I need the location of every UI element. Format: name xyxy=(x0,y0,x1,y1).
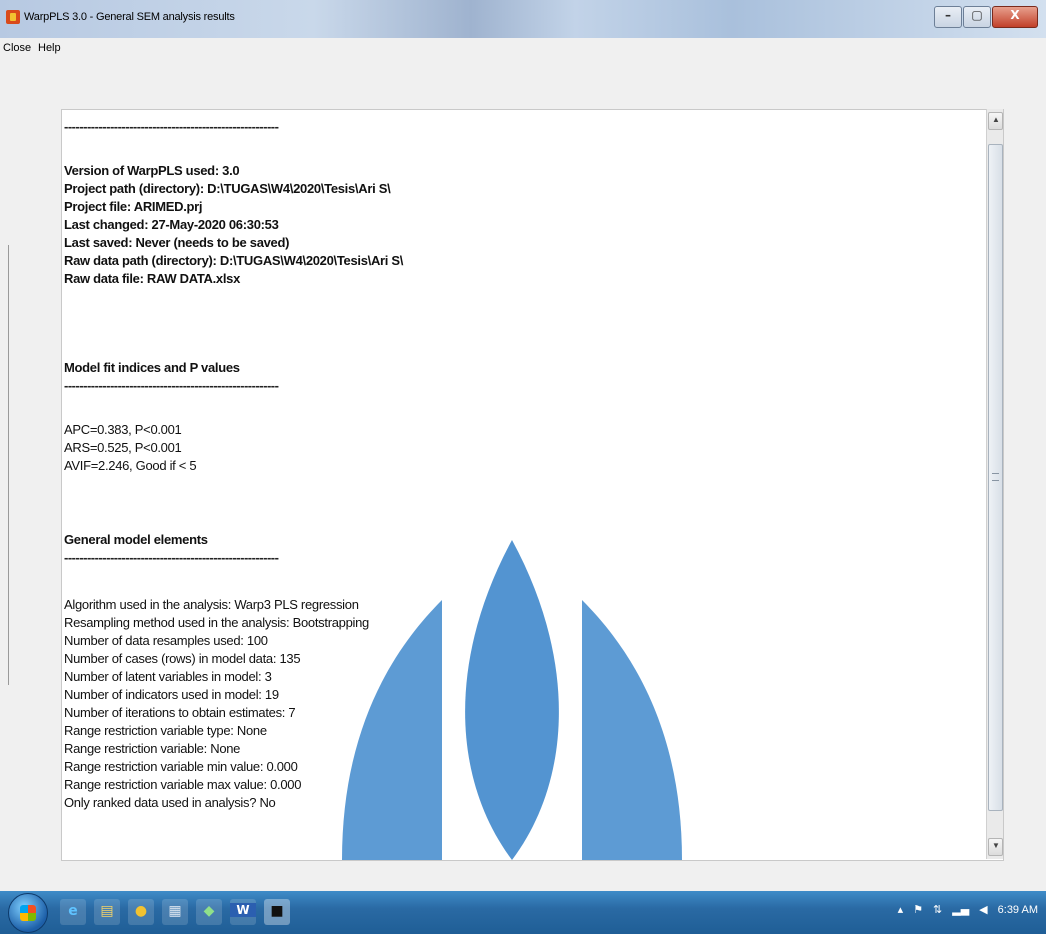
word-icon[interactable]: W xyxy=(230,899,256,925)
divider-line: ----------------------------------------… xyxy=(64,378,279,393)
warppls-icon[interactable]: ■ xyxy=(264,899,290,925)
paint-icon[interactable]: ◆ xyxy=(196,899,222,925)
element-line: Range restriction variable max value: 0.… xyxy=(64,777,302,792)
project-line: Raw data path (directory): D:\TUGAS\W4\2… xyxy=(64,253,404,268)
maximize-button[interactable]: ▢ xyxy=(963,6,991,28)
volume-icon[interactable]: ◀ xyxy=(979,903,987,916)
fit-index-line: ARS=0.525, P<0.001 xyxy=(64,440,182,455)
network-icon[interactable]: ⇅ xyxy=(933,903,942,916)
element-line: Resampling method used in the analysis: … xyxy=(64,615,369,630)
section-heading-model-elements: General model elements xyxy=(64,532,208,547)
divider-line: ----------------------------------------… xyxy=(64,550,279,565)
element-line: Range restriction variable type: None xyxy=(64,723,267,738)
scroll-up-button[interactable]: ▲ xyxy=(988,112,1003,130)
minimize-button[interactable]: – xyxy=(934,6,962,28)
project-line: Project path (directory): D:\TUGAS\W4\20… xyxy=(64,181,391,196)
app-window: WarpPLS 3.0 - General SEM analysis resul… xyxy=(0,0,1046,934)
close-icon: X xyxy=(1010,8,1020,22)
project-line: Raw data file: RAW DATA.xlsx xyxy=(64,271,241,286)
window-controls: – ▢ X xyxy=(933,6,1038,28)
grip-icon xyxy=(992,473,999,481)
element-line: Number of indicators used in model: 19 xyxy=(64,687,279,702)
watermark-logo-icon xyxy=(342,540,682,860)
project-line: Version of WarpPLS used: 3.0 xyxy=(64,163,240,178)
show-hidden-icons-icon[interactable]: ▴ xyxy=(898,903,904,916)
menu-close[interactable]: Close xyxy=(3,42,31,54)
project-line: Last saved: Never (needs to be saved) xyxy=(64,235,290,250)
section-heading-model-fit: Model fit indices and P values xyxy=(64,360,240,375)
divider-line: ----------------------------------------… xyxy=(64,119,279,134)
element-line: Range restriction variable min value: 0.… xyxy=(64,759,298,774)
maximize-icon: ▢ xyxy=(971,8,983,22)
element-line: Range restriction variable: None xyxy=(64,741,241,756)
calculator-icon[interactable]: ▦ xyxy=(162,899,188,925)
scroll-down-button[interactable]: ▼ xyxy=(988,838,1003,856)
flag-icon[interactable]: ⚑ xyxy=(913,903,923,916)
system-tray: ▴ ⚑ ⇅ ▂▄ ◀ 6:39 AM xyxy=(898,903,1038,916)
arrow-up-icon: ▲ xyxy=(992,115,1000,124)
results-content: ----------------------------------------… xyxy=(62,110,987,860)
signal-icon[interactable]: ▂▄ xyxy=(952,903,969,916)
element-line: Number of latent variables in model: 3 xyxy=(64,669,272,684)
window-title: WarpPLS 3.0 - General SEM analysis resul… xyxy=(24,11,235,23)
element-line: Only ranked data used in analysis? No xyxy=(64,795,276,810)
project-line: Project file: ARIMED.prj xyxy=(64,199,203,214)
start-button[interactable] xyxy=(8,893,48,933)
internet-explorer-icon[interactable]: e xyxy=(60,899,86,925)
fit-index-line: APC=0.383, P<0.001 xyxy=(64,422,182,437)
title-bar[interactable]: WarpPLS 3.0 - General SEM analysis resul… xyxy=(0,0,1046,38)
file-explorer-icon[interactable]: ▤ xyxy=(94,899,120,925)
scroll-thumb[interactable] xyxy=(988,144,1003,811)
vertical-scrollbar[interactable]: ▲ ▼ xyxy=(986,109,1003,859)
clock[interactable]: 6:39 AM xyxy=(998,904,1038,916)
element-line: Number of iterations to obtain estimates… xyxy=(64,705,296,720)
element-line: Number of data resamples used: 100 xyxy=(64,633,268,648)
left-edge-line xyxy=(8,245,9,685)
taskbar: e ▤ ● ▦ ◆ W ■ ▴ ⚑ ⇅ ▂▄ ◀ 6:39 AM xyxy=(0,891,1046,934)
warppls-app-icon xyxy=(6,10,20,24)
element-line: Number of cases (rows) in model data: 13… xyxy=(64,651,301,666)
close-window-button[interactable]: X xyxy=(992,6,1038,28)
arrow-down-icon: ▼ xyxy=(992,841,1000,850)
minimize-icon: – xyxy=(945,8,951,22)
chrome-icon[interactable]: ● xyxy=(128,899,154,925)
results-text-area[interactable]: ----------------------------------------… xyxy=(61,109,1004,861)
project-line: Last changed: 27-May-2020 06:30:53 xyxy=(64,217,279,232)
fit-index-line: AVIF=2.246, Good if < 5 xyxy=(64,458,197,473)
element-line: Algorithm used in the analysis: Warp3 PL… xyxy=(64,597,359,612)
menu-bar: Close Help xyxy=(0,38,1046,58)
menu-help[interactable]: Help xyxy=(38,42,61,54)
